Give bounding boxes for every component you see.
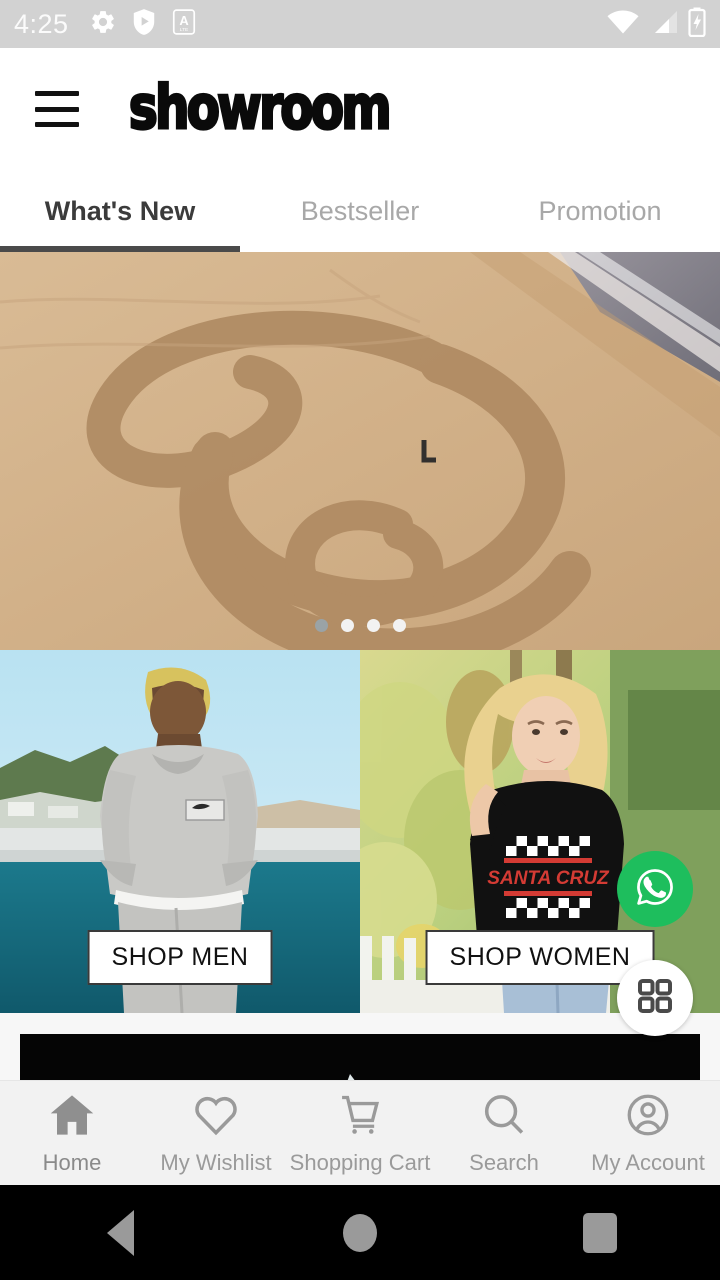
square-recents-icon (583, 1212, 617, 1253)
search-icon (477, 1090, 531, 1145)
nav-label: My Account (591, 1150, 705, 1175)
next-section-preview (0, 1013, 720, 1080)
carousel-dot[interactable] (314, 619, 328, 632)
carousel-dot[interactable] (340, 619, 354, 632)
nav-item-shopping-cart[interactable]: Shopping Cart (288, 1090, 432, 1176)
card-men[interactable]: SHOP MEN (0, 650, 360, 1013)
tab-label: Bestseller (300, 195, 420, 226)
play-protect-shield-icon (131, 8, 157, 41)
grid-menu-fab[interactable] (617, 960, 693, 1036)
status-bar: 4:25 A LTE (0, 0, 720, 48)
category-tab-bar: What's New Bestseller Promotion (0, 170, 720, 252)
grid-2x2-icon (635, 976, 675, 1021)
gear-icon (89, 8, 117, 41)
carousel-dot[interactable] (366, 619, 380, 632)
a-badge-icon: A LTE (171, 8, 197, 41)
nav-label: Home (42, 1150, 102, 1175)
svg-text:LTE: LTE (179, 27, 188, 33)
status-bar-clock: 4:25 (14, 8, 69, 39)
hero-banner-image (0, 252, 720, 650)
battery-charging-icon (688, 7, 706, 42)
hamburger-menu-icon[interactable] (35, 91, 79, 127)
hamburger-bar (35, 91, 79, 96)
hamburger-bar (35, 106, 79, 112)
promo-banner-image (20, 1034, 700, 1080)
carousel-dot[interactable] (392, 619, 406, 632)
heart-icon (189, 1090, 243, 1145)
nav-label: Shopping Cart (289, 1150, 431, 1175)
home-icon (45, 1090, 99, 1145)
wifi-icon (606, 9, 640, 40)
android-recents-button[interactable] (540, 1185, 660, 1280)
carousel-dot-indicators (0, 619, 720, 632)
user-account-icon (621, 1090, 675, 1145)
hamburger-bar (35, 122, 79, 127)
svg-text:A: A (179, 13, 188, 28)
hero-carousel[interactable] (0, 252, 720, 650)
card-women[interactable]: SANTA CRUZ SHOP WOMEN (360, 650, 720, 1013)
tab-label: What's New (44, 195, 196, 226)
nav-item-search[interactable]: Search (432, 1090, 576, 1176)
nav-item-home[interactable]: Home (0, 1090, 144, 1176)
nav-item-my-wishlist[interactable]: My Wishlist (144, 1090, 288, 1176)
tab-whats-new[interactable]: What's New (0, 170, 240, 252)
android-home-button[interactable] (300, 1185, 420, 1280)
app-header: showroom (0, 48, 720, 170)
nav-item-my-account[interactable]: My Account (576, 1090, 720, 1176)
triangle-back-icon (106, 1209, 134, 1256)
bottom-navigation-bar: Home My Wishlist Shopping Cart Search My… (0, 1080, 720, 1185)
status-bar-notification-icons: A LTE (89, 8, 197, 41)
android-navigation-bar (0, 1185, 720, 1280)
tab-label: Promotion (538, 195, 662, 226)
circle-home-icon (343, 1213, 377, 1252)
svg-text:SANTA CRUZ: SANTA CRUZ (487, 868, 610, 889)
nav-label: My Wishlist (160, 1150, 272, 1175)
shop-men-button[interactable]: SHOP MEN (87, 930, 273, 985)
tab-bestseller[interactable]: Bestseller (240, 170, 480, 252)
brand-logo[interactable]: showroom (128, 77, 393, 140)
tab-promotion[interactable]: Promotion (480, 170, 720, 252)
whatsapp-fab[interactable] (617, 851, 693, 927)
shopping-cart-icon (333, 1090, 387, 1145)
category-cards: SHOP MEN SANTA CRUZ SHOP WOMEN (0, 650, 720, 1013)
shop-women-button[interactable]: SHOP WOMEN (425, 930, 655, 985)
whatsapp-icon (632, 864, 678, 915)
promo-banner-partial[interactable] (20, 1034, 700, 1080)
app-root: 4:25 A LTE showroom What's New Bestselle… (0, 0, 720, 1280)
nav-label: Search (469, 1150, 539, 1175)
cellular-signal-icon (649, 9, 679, 40)
android-back-button[interactable] (60, 1185, 180, 1280)
status-bar-system-icons (606, 7, 706, 42)
